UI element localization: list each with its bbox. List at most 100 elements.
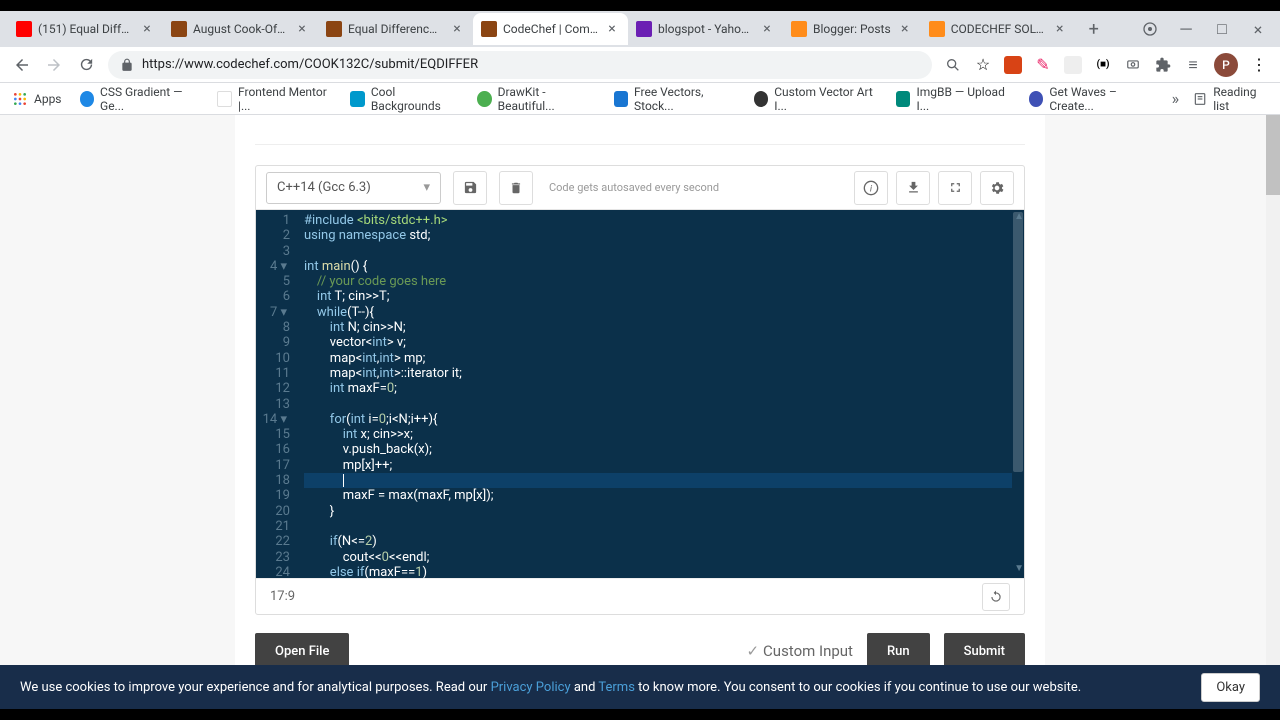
- bookmark-label: DrawKit - Beautiful...: [498, 85, 596, 113]
- terms-link[interactable]: Terms: [598, 680, 635, 695]
- settings-button[interactable]: [980, 171, 1014, 205]
- open-file-button[interactable]: Open File: [255, 633, 349, 669]
- tab-label: blogspot - Yahoo Sea: [658, 22, 753, 36]
- code-editor: C++14 (Gcc 6.3) ▾ Code gets autosaved ev…: [255, 165, 1025, 615]
- code-content[interactable]: #include <bits/stdc++.h> using namespace…: [298, 210, 1024, 578]
- close-icon[interactable]: ×: [449, 21, 465, 37]
- account-icon[interactable]: [1142, 21, 1158, 37]
- tab-codechef-1[interactable]: August Cook-Off 202 ×: [163, 13, 318, 45]
- cookie-text: We use cookies to improve your experienc…: [20, 680, 1081, 695]
- codechef-icon: [481, 21, 497, 37]
- new-tab-button[interactable]: +: [1080, 15, 1108, 43]
- bookmark-label: Cool Backgrounds: [371, 85, 459, 113]
- ext-icon[interactable]: [1064, 56, 1082, 74]
- cursor-position: 17:9: [270, 589, 295, 604]
- bookmark-item[interactable]: Cool Backgrounds: [350, 85, 459, 113]
- ext-icon[interactable]: ≡: [1184, 56, 1202, 74]
- page-scrollbar[interactable]: [1266, 115, 1280, 709]
- bookmark-icon: [896, 91, 911, 107]
- youtube-icon: [16, 21, 32, 37]
- bookmark-item[interactable]: Custom Vector Art I...: [754, 85, 878, 113]
- close-icon[interactable]: ×: [294, 21, 310, 37]
- close-icon[interactable]: ×: [1250, 21, 1266, 37]
- cookie-okay-button[interactable]: Okay: [1201, 673, 1260, 702]
- ext-icon[interactable]: ✎: [1034, 56, 1052, 74]
- run-button[interactable]: Run: [867, 633, 930, 669]
- codechef-icon: [171, 21, 187, 37]
- delete-button[interactable]: [499, 171, 533, 205]
- bookmark-item[interactable]: CSS Gradient — Ge...: [80, 85, 200, 113]
- close-icon[interactable]: ×: [1052, 21, 1068, 37]
- url-input[interactable]: https://www.codechef.com/COOK132C/submit…: [108, 51, 932, 79]
- close-icon[interactable]: ×: [604, 21, 620, 37]
- custom-input-toggle[interactable]: ✓ Custom Input: [746, 642, 853, 660]
- check-icon: ✓: [746, 642, 759, 660]
- tab-yahoo[interactable]: blogspot - Yahoo Sea ×: [628, 13, 783, 45]
- ext-icon[interactable]: [1004, 56, 1022, 74]
- extensions-icon[interactable]: [1154, 56, 1172, 74]
- tab-blogger-1[interactable]: Blogger: Posts ×: [783, 13, 921, 45]
- forward-button[interactable]: [44, 55, 64, 75]
- bookmark-icon: [1029, 91, 1044, 107]
- download-button[interactable]: [896, 171, 930, 205]
- reading-list-button[interactable]: Reading list: [1193, 85, 1268, 113]
- address-bar: https://www.codechef.com/COOK132C/submit…: [0, 47, 1280, 83]
- tab-codechef-2[interactable]: Equal Difference | Cod ×: [318, 13, 473, 45]
- bookmark-item[interactable]: DrawKit - Beautiful...: [477, 85, 595, 113]
- close-icon[interactable]: ×: [897, 21, 913, 37]
- autosave-text: Code gets autosaved every second: [549, 181, 719, 194]
- avatar[interactable]: P: [1214, 53, 1238, 77]
- ext-icon[interactable]: (■): [1094, 56, 1112, 74]
- language-select[interactable]: C++14 (Gcc 6.3) ▾: [266, 172, 441, 204]
- editor-toolbar: C++14 (Gcc 6.3) ▾ Code gets autosaved ev…: [256, 166, 1024, 210]
- bookmark-label: Free Vectors, Stock...: [634, 85, 736, 113]
- tab-codechef-active[interactable]: CodeChef | Competiti ×: [473, 13, 628, 45]
- bookmark-icon: [477, 91, 492, 107]
- custom-input-label: Custom Input: [763, 642, 853, 660]
- tab-label: CODECHEF SOLUTION: [951, 22, 1046, 36]
- bookmark-item[interactable]: Free Vectors, Stock...: [614, 85, 736, 113]
- bookmark-label: Get Waves – Create...: [1049, 85, 1153, 113]
- menu-icon[interactable]: ⋮: [1250, 56, 1268, 74]
- star-icon[interactable]: ☆: [974, 56, 992, 74]
- language-label: C++14 (Gcc 6.3): [277, 180, 371, 195]
- reading-list-label: Reading list: [1213, 85, 1268, 113]
- bookmark-label: CSS Gradient — Ge...: [100, 85, 199, 113]
- privacy-link[interactable]: Privacy Policy: [491, 680, 571, 695]
- reload-button[interactable]: [76, 55, 96, 75]
- cookie-banner: We use cookies to improve your experienc…: [0, 665, 1280, 709]
- bookmark-icon: [614, 91, 629, 107]
- zoom-icon[interactable]: [944, 56, 962, 74]
- blogger-icon: [791, 21, 807, 37]
- back-button[interactable]: [12, 55, 32, 75]
- close-icon[interactable]: ×: [139, 21, 155, 37]
- info-button[interactable]: i: [854, 171, 888, 205]
- minimize-icon[interactable]: ─: [1178, 21, 1194, 37]
- refresh-button[interactable]: [982, 583, 1010, 611]
- code-area[interactable]: 1234 ▾567 ▾891011121314 ▾151617181920212…: [256, 210, 1024, 578]
- tab-label: August Cook-Off 202: [193, 22, 288, 36]
- blogger-icon: [929, 21, 945, 37]
- overflow-icon[interactable]: »: [1172, 89, 1180, 108]
- bookmark-icon: [80, 91, 95, 107]
- save-button[interactable]: [453, 171, 487, 205]
- tab-label: Blogger: Posts: [813, 22, 891, 36]
- tab-label: (151) Equal Difference: [38, 22, 133, 36]
- lock-icon: [120, 58, 134, 72]
- submit-button[interactable]: Submit: [944, 633, 1025, 669]
- maximize-icon[interactable]: □: [1214, 21, 1230, 37]
- svg-text:i: i: [870, 183, 873, 194]
- ext-icon[interactable]: [1124, 56, 1142, 74]
- bookmark-item[interactable]: Frontend Mentor |...: [217, 85, 332, 113]
- tab-youtube[interactable]: (151) Equal Difference ×: [8, 13, 163, 45]
- apps-button[interactable]: Apps: [12, 91, 62, 107]
- close-icon[interactable]: ×: [759, 21, 775, 37]
- bookmark-label: ImgBB — Upload I...: [916, 85, 1010, 113]
- bookmark-item[interactable]: ImgBB — Upload I...: [896, 85, 1011, 113]
- tab-blogger-2[interactable]: CODECHEF SOLUTION ×: [921, 13, 1076, 45]
- fullscreen-button[interactable]: [938, 171, 972, 205]
- bookmark-item[interactable]: Get Waves – Create...: [1029, 85, 1154, 113]
- action-buttons: Open File ✓ Custom Input Run Submit: [255, 633, 1025, 669]
- editor-scrollbar[interactable]: ▼▲: [1012, 210, 1024, 578]
- tab-label: CodeChef | Competiti: [503, 22, 598, 36]
